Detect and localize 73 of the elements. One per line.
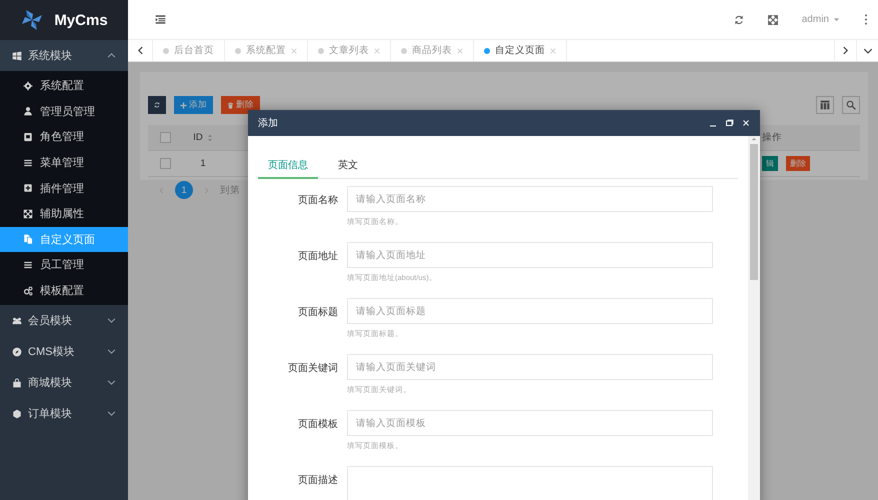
caret-down-icon bbox=[833, 16, 840, 23]
form-tab[interactable]: 英文 bbox=[318, 152, 378, 178]
columns-icon bbox=[820, 100, 830, 110]
menu-item[interactable]: 角色管理 bbox=[0, 124, 128, 150]
gear-icon bbox=[23, 80, 33, 91]
hexagon-icon bbox=[12, 408, 22, 419]
input-field[interactable]: 请输入页面标题 bbox=[347, 298, 713, 324]
field-label: 页面地址 bbox=[297, 250, 338, 264]
form-tab[interactable]: 页面信息 bbox=[258, 152, 318, 179]
cogs-icon bbox=[23, 286, 33, 296]
users-icon bbox=[12, 316, 22, 326]
header-checkbox[interactable] bbox=[160, 132, 171, 143]
chevron-down-icon bbox=[107, 347, 116, 356]
search-button[interactable] bbox=[842, 96, 860, 114]
menu-group[interactable]: 商城模块 bbox=[0, 367, 128, 398]
input-field[interactable]: 请输入页面地址 bbox=[347, 242, 713, 268]
page-tab[interactable]: 自定义页面 bbox=[474, 40, 567, 61]
shopping-bag-icon bbox=[12, 378, 22, 388]
menu-group[interactable]: 订单模块 bbox=[0, 398, 128, 430]
menu-group[interactable]: CMS模块 bbox=[0, 336, 128, 368]
chevron-down-icon bbox=[107, 316, 116, 326]
scrollbar[interactable] bbox=[748, 136, 760, 500]
plus-icon bbox=[180, 102, 187, 108]
windows-icon bbox=[12, 50, 22, 60]
field-label: 页面关键词 bbox=[287, 362, 338, 376]
menu-group[interactable]: 系统模块 bbox=[0, 40, 128, 71]
menu-item[interactable]: 员工管理 bbox=[0, 252, 128, 278]
list-icon bbox=[23, 158, 33, 168]
chevron-right-icon[interactable] bbox=[841, 46, 850, 55]
refresh-icon[interactable] bbox=[734, 14, 744, 24]
column-header: ID bbox=[193, 132, 203, 143]
menu-item[interactable]: 系统配置 bbox=[0, 73, 128, 99]
input-field[interactable]: 请输入页面关键词 bbox=[347, 354, 713, 380]
list-icon bbox=[23, 260, 33, 270]
refresh-icon bbox=[154, 101, 160, 109]
field-label: 页面模板 bbox=[297, 418, 338, 432]
field-label: 页面描述 bbox=[297, 474, 338, 488]
menu-group[interactable]: 会员模块 bbox=[0, 305, 128, 336]
expand-icon bbox=[23, 208, 33, 219]
row-checkbox[interactable] bbox=[160, 158, 171, 169]
menu-item[interactable]: 插件管理 bbox=[0, 175, 128, 201]
field-label: 页面名称 bbox=[297, 194, 338, 208]
menu-item[interactable]: 菜单管理 bbox=[0, 150, 128, 176]
menu-icon[interactable] bbox=[155, 14, 166, 25]
user-icon bbox=[23, 106, 33, 116]
search-icon bbox=[846, 100, 856, 110]
dialog-title: 添加 bbox=[258, 116, 278, 130]
scrollbar-thumb[interactable] bbox=[750, 144, 758, 280]
brand-name: MyCms bbox=[54, 12, 108, 28]
fullscreen-icon[interactable] bbox=[768, 14, 778, 24]
refresh-button[interactable] bbox=[148, 96, 166, 114]
pinwheel-logo bbox=[20, 8, 44, 32]
column-header: 操作 bbox=[762, 131, 782, 144]
input-field[interactable]: 请输入页面名称 bbox=[347, 186, 713, 212]
columns-button[interactable] bbox=[816, 96, 834, 114]
trash-icon bbox=[227, 102, 234, 108]
menu-item[interactable]: 辅助属性 bbox=[0, 200, 128, 227]
input-field[interactable]: 请输入页面模板 bbox=[347, 410, 713, 436]
chevron-down-icon bbox=[107, 409, 116, 418]
chevron-down-icon bbox=[107, 378, 116, 388]
goto-label: 到第 bbox=[220, 184, 240, 196]
plus-square-icon bbox=[23, 183, 33, 194]
chevron-left-icon[interactable] bbox=[136, 46, 144, 55]
id-card-icon bbox=[23, 132, 33, 142]
menu-item[interactable]: 管理员管理 bbox=[0, 98, 128, 124]
table-cell: 1 bbox=[200, 158, 206, 169]
maximize-icon[interactable] bbox=[725, 119, 734, 127]
chevron-up-icon bbox=[107, 51, 116, 60]
field-label: 页面标题 bbox=[297, 306, 338, 320]
menu-item[interactable]: 模板配置 bbox=[0, 278, 128, 304]
more-icon[interactable] bbox=[864, 14, 868, 25]
file-icon bbox=[23, 234, 33, 244]
compass-icon bbox=[12, 346, 22, 357]
